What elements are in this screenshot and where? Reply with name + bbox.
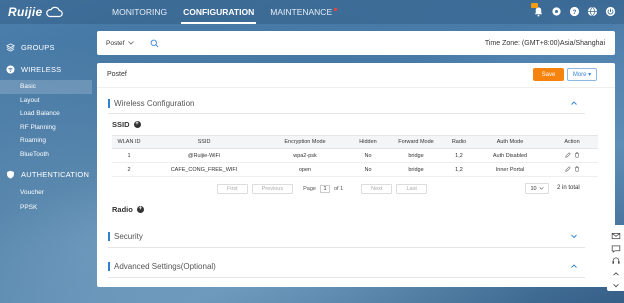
delete-icon[interactable] [574, 165, 580, 172]
brand-logo[interactable]: Ruijie [8, 3, 78, 21]
timezone-label: Time Zone: (GMT+8:00)Asia/Shanghai [484, 39, 605, 47]
more-button[interactable]: More ▾ [567, 68, 597, 81]
col-encryption: Encryption Mode [262, 135, 348, 149]
sidebar-group-groups[interactable]: GROUPS [0, 36, 92, 58]
divider [97, 87, 615, 88]
sidebar-item-rf-planning[interactable]: RF Planning [0, 121, 92, 135]
ssid-table: WLAN ID SSID Encryption Mode Hidden Forw… [112, 135, 598, 177]
svg-text:?: ? [572, 8, 576, 15]
col-ssid: SSID [146, 135, 262, 149]
sidebar-item-bluetooth[interactable]: BlueTooth [0, 148, 92, 162]
notification-dot [334, 8, 338, 11]
wireless-config-header[interactable]: Wireless Configuration [108, 96, 578, 110]
col-hidden: Hidden [348, 135, 388, 149]
site-search-bar: Postef Time Zone: (GMT+8:00)Asia/Shangha… [97, 31, 615, 55]
table-header-row: WLAN ID SSID Encryption Mode Hidden Forw… [112, 135, 598, 149]
floating-tools [607, 225, 624, 291]
headset-icon[interactable] [611, 256, 621, 266]
page-input[interactable]: 1 [319, 185, 330, 193]
sidebar-item-load-balance[interactable]: Load Balance [0, 107, 92, 121]
section-divider [108, 247, 585, 248]
ssid-header: SSID + [112, 120, 141, 129]
sidebar-group-wireless[interactable]: WIRELESS [0, 58, 92, 80]
col-wlan-id: WLAN ID [112, 135, 146, 149]
edit-icon[interactable] [564, 151, 571, 158]
page-of-label: of 1 [333, 186, 344, 192]
sidebar-item-voucher[interactable]: Voucher [0, 186, 92, 200]
chat-icon[interactable] [611, 244, 621, 254]
nav-monitoring[interactable]: MONITORING [104, 0, 175, 24]
help-icon[interactable]: ? [568, 5, 580, 17]
pagination: First Previous Page 1 of 1 Next Last [217, 184, 427, 194]
table-row[interactable]: 2 CAFE_CONG_FREE_WIFI open No bridge 1,2… [112, 162, 598, 177]
panel-header: Postef Save More ▾ [97, 63, 615, 85]
section-divider [108, 277, 585, 278]
shield-icon [7, 170, 14, 179]
page-label: Page [303, 186, 316, 192]
last-page-button[interactable]: Last [396, 184, 427, 194]
chevron-down-icon[interactable] [611, 281, 621, 291]
sidebar-group-authentication[interactable]: AUTHENTICATION [0, 164, 92, 186]
brand-name: Ruijie [8, 5, 43, 19]
save-button[interactable]: Save [533, 68, 564, 81]
alert-badge [531, 3, 538, 8]
section-accent [108, 231, 110, 241]
add-radio-button[interactable]: + [136, 206, 144, 213]
first-page-button[interactable]: First [217, 184, 248, 194]
top-icons: ? [531, 3, 616, 17]
chevron-up-icon[interactable] [570, 262, 578, 270]
advanced-settings-header[interactable]: Advanced Settings(Optional) [108, 259, 578, 273]
wifi-icon [6, 64, 15, 74]
col-action: Action [546, 135, 598, 149]
col-forward-mode: Forward Mode [388, 135, 444, 149]
section-accent [108, 98, 110, 108]
page-size-select[interactable]: 10 [525, 183, 549, 194]
settings-icon[interactable] [550, 5, 562, 17]
edit-icon[interactable] [564, 165, 571, 172]
config-panel: Postef Save More ▾ Wireless Configuratio… [97, 63, 615, 287]
language-icon[interactable] [586, 5, 598, 17]
total-count: 2 in total [557, 185, 580, 191]
radio-header: Radio + [112, 205, 144, 214]
previous-page-button[interactable]: Previous [251, 184, 294, 194]
search-icon[interactable] [150, 39, 159, 48]
section-divider [108, 113, 585, 114]
chevron-down-icon [128, 41, 135, 45]
nav-maintenance[interactable]: MAINTENANCE [262, 0, 345, 24]
mail-icon[interactable] [611, 231, 621, 241]
sidebar-item-roaming[interactable]: Roaming [0, 134, 92, 148]
chevron-up-icon[interactable] [570, 99, 578, 107]
col-radio: Radio [444, 135, 474, 149]
sidebar-item-layout[interactable]: Layout [0, 94, 92, 108]
add-ssid-button[interactable]: + [133, 121, 141, 128]
chevron-down-icon [538, 187, 544, 190]
site-selector[interactable]: Postef [106, 40, 135, 47]
groups-icon [6, 42, 15, 52]
chevron-up-icon[interactable] [611, 269, 621, 279]
security-header[interactable]: Security [108, 229, 578, 243]
logout-icon[interactable] [604, 5, 616, 17]
top-nav-bar: Ruijie MONITORING CONFIGURATION MAINTENA… [0, 0, 624, 24]
panel-title: Postef [107, 70, 127, 78]
cloud-icon [46, 6, 64, 18]
main-nav: MONITORING CONFIGURATION MAINTENANCE [104, 0, 345, 24]
sidebar-item-basic[interactable]: Basic [0, 80, 92, 94]
sidebar: GROUPS WIRELESS Basic Layout Load Balanc… [0, 36, 92, 215]
table-row[interactable]: 1 @Ruijie-WiFi wpa2-psk No bridge 1,2 Au… [112, 148, 598, 163]
nav-configuration[interactable]: CONFIGURATION [175, 0, 262, 24]
chevron-down-icon[interactable] [570, 232, 578, 240]
notification-icon[interactable] [531, 3, 544, 17]
section-accent [108, 261, 110, 271]
col-auth-mode: Auth Mode [474, 135, 546, 149]
delete-icon[interactable] [574, 151, 580, 158]
next-page-button[interactable]: Next [361, 184, 393, 194]
sidebar-item-ppsk[interactable]: PPSK [0, 201, 92, 215]
